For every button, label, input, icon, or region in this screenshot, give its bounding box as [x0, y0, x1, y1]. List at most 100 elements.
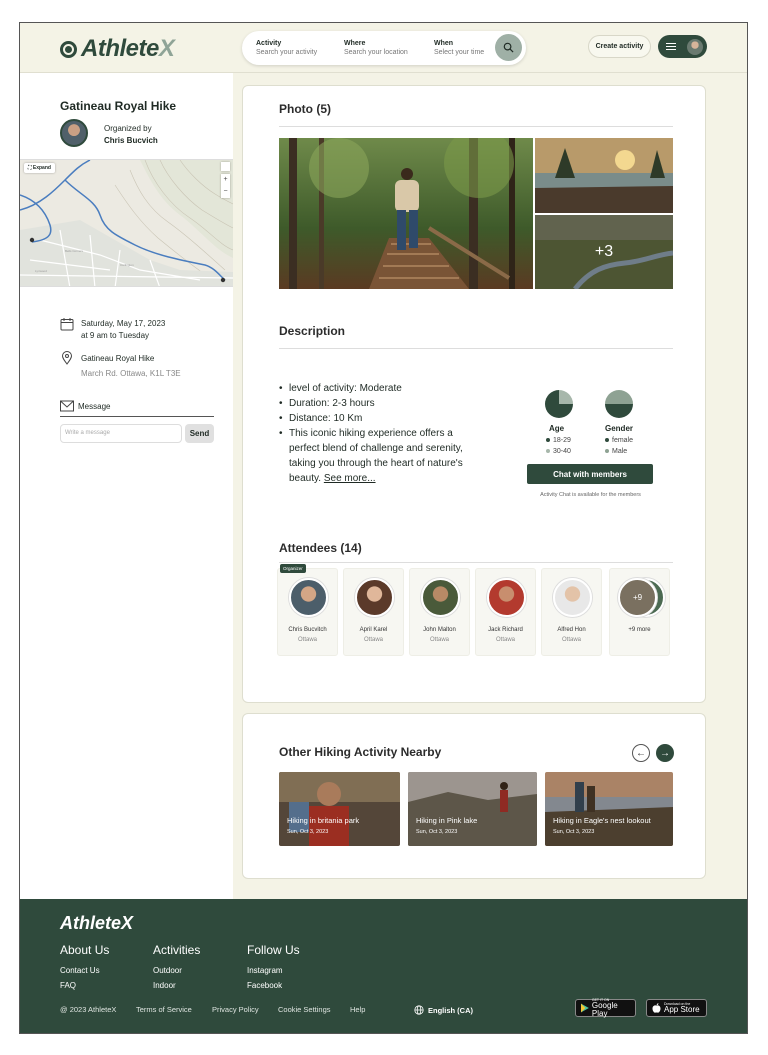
description-list: level of activity: Moderate Duration: 2-…	[279, 381, 479, 486]
divider	[279, 562, 673, 563]
send-button[interactable]: Send	[185, 424, 214, 443]
search-activity-field[interactable]: Activity Search your activity	[242, 40, 330, 56]
nearby-activity-title: Hiking in britania park	[287, 816, 360, 825]
footer-link[interactable]: Instagram	[247, 963, 300, 978]
cookie-settings-link[interactable]: Cookie Settings	[278, 1005, 331, 1014]
logo[interactable]: AthleteX	[60, 35, 175, 63]
prev-arrow-button[interactable]: ←	[632, 744, 650, 762]
divider	[279, 126, 673, 127]
attendee-card[interactable]: Chris Bucvitch Ottawa	[277, 568, 338, 656]
gender-pie-chart	[605, 390, 633, 418]
footer-link[interactable]: Facebook	[247, 978, 300, 993]
terms-link[interactable]: Terms of Service	[136, 1005, 192, 1014]
user-menu-button[interactable]	[658, 35, 707, 58]
photo-lake-sunset[interactable]	[535, 138, 673, 213]
photo-main[interactable]	[279, 138, 533, 289]
gender-title: Gender	[605, 424, 634, 433]
footer-heading: About Us	[60, 943, 110, 957]
search-when-field[interactable]: When Select your time	[420, 40, 490, 56]
avatar	[289, 578, 328, 617]
footer: AthleteX About Us Contact Us FAQ Activit…	[20, 899, 747, 1033]
hamburger-icon	[666, 43, 676, 50]
event-sidebar: Gatineau Royal Hike Organized by Chris B…	[20, 73, 233, 900]
footer-link[interactable]: FAQ	[60, 978, 109, 993]
more-attendees-label: +9 more	[628, 627, 651, 633]
next-arrow-button[interactable]: →	[656, 744, 674, 762]
see-more-link[interactable]: See more...	[324, 473, 376, 484]
nearby-activities-card: Other Hiking Activity Nearby ← → Hiking …	[242, 713, 706, 879]
more-attendees-card[interactable]: +9 +9 more	[609, 568, 670, 656]
footer-logo[interactable]: AthleteX	[60, 913, 133, 934]
attendee-city: Ottawa	[363, 637, 383, 643]
nearby-activity-date: Sun, Oct 3, 2023	[287, 829, 329, 835]
privacy-link[interactable]: Privacy Policy	[212, 1005, 259, 1014]
event-title: Gatineau Royal Hike	[60, 99, 177, 113]
organizer-avatar[interactable]	[60, 119, 88, 147]
footer-link[interactable]: Outdoor	[153, 963, 200, 978]
attendee-card[interactable]: Alfred Hon Ottawa	[541, 568, 602, 656]
chat-with-members-button[interactable]: Chat with members	[527, 464, 653, 484]
top-header: AthleteX Activity Search your activity W…	[20, 23, 747, 73]
description-title: Description	[279, 324, 346, 338]
message-divider	[60, 416, 214, 417]
mail-icon	[60, 400, 74, 412]
age-title: Age	[549, 424, 565, 433]
legend-item: Male	[605, 446, 633, 457]
search-button[interactable]	[495, 34, 522, 61]
map-fullscreen-icon[interactable]	[221, 162, 230, 171]
search-where-field[interactable]: Where Search your location	[330, 40, 420, 56]
svg-text:Lynwood: Lynwood	[35, 269, 47, 273]
attendee-card[interactable]: John Malton Ottawa	[409, 568, 470, 656]
footer-link[interactable]: Contact Us	[60, 963, 109, 978]
app-store-button[interactable]: Download on the App Store	[646, 999, 707, 1017]
event-place: Gatineau Royal Hike	[81, 354, 155, 363]
organizer-name[interactable]: Chris Bucvich	[104, 136, 158, 145]
map-expand-button[interactable]: ⛶ Expand	[24, 163, 55, 173]
nearby-activity-card[interactable]: Hiking in Pink lake Sun, Oct 3, 2023	[408, 772, 537, 846]
nearby-activity-date: Sun, Oct 3, 2023	[416, 829, 458, 835]
footer-heading: Follow Us	[247, 943, 300, 957]
attendee-card[interactable]: Jack Richard Ottawa	[475, 568, 536, 656]
zoom-out-icon[interactable]: −	[221, 186, 230, 198]
attendee-card[interactable]: April Karel Ottawa	[343, 568, 404, 656]
search-bar: Activity Search your activity Where Sear…	[242, 31, 526, 65]
map-zoom-control[interactable]: + −	[221, 174, 230, 198]
copyright: @ 2023 AthleteX	[60, 1005, 117, 1014]
create-activity-button[interactable]: Create activity	[588, 35, 651, 58]
help-link[interactable]: Help	[350, 1005, 365, 1014]
arrow-left-icon: ←	[636, 747, 646, 759]
list-item: Duration: 2-3 hours	[279, 396, 479, 411]
logo-mark-icon	[60, 40, 77, 58]
event-time: at 9 am to Tuesday	[81, 331, 150, 340]
more-avatar: +9	[618, 578, 657, 617]
event-map[interactable]: Bells Corners Lynwood Carlington ⛶ Expand …	[20, 159, 233, 287]
event-address: March Rd. Ottawa, K1L T3E	[81, 369, 181, 378]
language-selector[interactable]: English (CA)	[414, 1005, 473, 1015]
age-pie-chart	[545, 390, 573, 418]
attendee-name: John Malton	[423, 627, 456, 633]
event-date: Saturday, May 17, 2023	[81, 319, 166, 328]
nearby-activity-title: Hiking in Eagle's nest lookout	[553, 816, 651, 825]
attendee-city: Ottawa	[429, 637, 449, 643]
nearby-activity-card[interactable]: Hiking in Eagle's nest lookout Sun, Oct …	[545, 772, 673, 846]
message-label: Message	[78, 402, 111, 411]
age-legend: 18-29 30-40	[546, 435, 571, 457]
footer-link[interactable]: Indoor	[153, 978, 200, 993]
message-input[interactable]: Write a message	[60, 424, 182, 443]
google-play-button[interactable]: GET IT ON Google Play	[575, 998, 636, 1018]
user-avatar	[687, 38, 703, 55]
forest-hiker-image	[279, 138, 533, 289]
zoom-in-icon[interactable]: +	[221, 174, 230, 186]
nearby-activity-card[interactable]: Hiking in britania park Sun, Oct 3, 2023	[279, 772, 400, 846]
attendee-name: Chris Bucvitch	[288, 627, 327, 633]
attendee-name: April Karel	[359, 627, 388, 633]
avatar	[355, 578, 394, 617]
avatar	[553, 578, 592, 617]
photo-more[interactable]: +3	[535, 215, 673, 289]
divider	[279, 348, 673, 349]
svg-text:Bells Corners: Bells Corners	[65, 249, 84, 253]
attendee-city: Ottawa	[495, 637, 515, 643]
avatar	[487, 578, 526, 617]
logo-text: AthleteX	[81, 35, 175, 62]
organized-by-label: Organized by	[104, 124, 152, 133]
